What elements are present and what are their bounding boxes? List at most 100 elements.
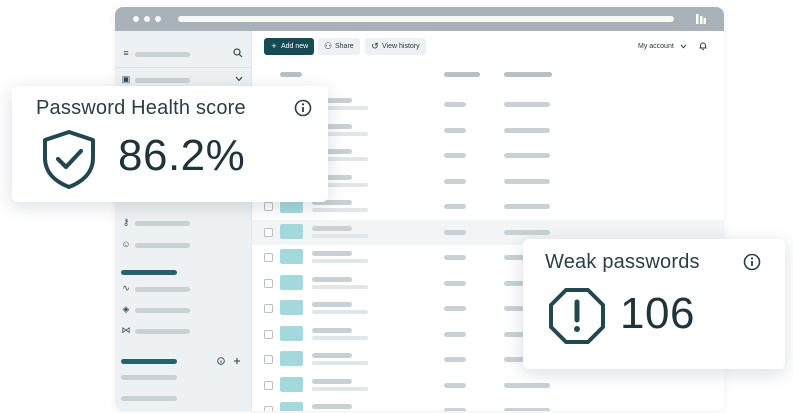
sidebar-item-sharing[interactable]: ⋈: [115, 319, 252, 343]
info-icon[interactable]: [294, 99, 312, 117]
info-icon[interactable]: [217, 357, 225, 365]
sidebar-item-contacts[interactable]: ☺: [115, 233, 252, 257]
item-column-value: [444, 408, 466, 411]
item-subtitle: [312, 310, 368, 314]
sidebar-item-label[interactable]: [121, 375, 177, 380]
window-dot[interactable]: [155, 16, 161, 22]
share-button[interactable]: ⚇ Share: [318, 38, 360, 55]
sidebar-section-header: [121, 270, 177, 275]
window-dot[interactable]: [133, 16, 139, 22]
row-checkbox[interactable]: [264, 380, 273, 390]
box-icon: ◈: [122, 304, 130, 314]
item-column-value: [504, 127, 550, 133]
item-title: [312, 251, 352, 256]
contacts-icon: ☺: [121, 239, 131, 249]
password-health-score: 86.2%: [118, 131, 246, 180]
item-column-value: [504, 102, 550, 107]
item-subtitle: [312, 233, 368, 238]
item-title: [312, 302, 352, 307]
sidebar-item-label: [135, 287, 190, 292]
plus-icon: +: [271, 41, 277, 51]
account-label: My account: [638, 43, 674, 50]
info-icon[interactable]: [743, 253, 761, 271]
item-column-value: [444, 280, 466, 286]
sidebar-item-passwords[interactable]: ⚷: [115, 211, 252, 235]
item-title: [312, 225, 352, 231]
row-checkbox[interactable]: [264, 304, 273, 313]
shield-check-icon: [43, 130, 95, 189]
item-thumbnail: [280, 351, 303, 366]
item-subtitle: [312, 208, 368, 212]
history-icon: ↺: [371, 41, 379, 51]
add-new-label: Add new: [281, 43, 309, 50]
sidebar-item-label: [135, 221, 190, 226]
item-subtitle: [312, 284, 368, 289]
item-column-value: [444, 306, 466, 311]
menu-icon[interactable]: ≡: [121, 48, 131, 58]
vault-name: [135, 78, 190, 83]
item-title: [312, 276, 352, 282]
item-column-value: [444, 102, 466, 107]
sidebar-item-label: [135, 329, 190, 334]
list-item[interactable]: [252, 398, 724, 411]
sidebar-item-label: [135, 243, 190, 248]
address-bar[interactable]: [178, 16, 674, 22]
item-subtitle: [312, 386, 368, 391]
item-column-value: [504, 153, 550, 158]
item-title: [312, 327, 352, 333]
row-checkbox[interactable]: [264, 278, 273, 288]
item-column-value: [504, 178, 550, 184]
brand-logo-icon: [696, 14, 706, 24]
weak-passwords-card[interactable]: Weak passwords 106: [523, 239, 785, 369]
share-icon: ⚇: [323, 41, 333, 51]
vault-icon: ▣: [121, 74, 131, 84]
activity-icon: ∿: [122, 283, 130, 293]
window-dot[interactable]: [144, 16, 150, 22]
sidebar-item-label[interactable]: [121, 396, 177, 401]
column-header[interactable]: [280, 72, 302, 77]
bell-icon[interactable]: [698, 41, 708, 51]
item-column-value: [504, 408, 550, 411]
add-new-button[interactable]: + Add new: [264, 38, 315, 55]
item-thumbnail: [280, 300, 303, 315]
item-title: [312, 404, 352, 409]
item-thumbnail: [280, 274, 303, 290]
plus-icon[interactable]: [233, 357, 241, 365]
item-subtitle: [312, 361, 368, 365]
item-subtitle: [312, 335, 368, 340]
column-header[interactable]: [444, 72, 480, 77]
item-thumbnail: [280, 325, 303, 341]
view-history-label: View history: [382, 43, 420, 50]
account-menu[interactable]: My account: [638, 38, 687, 55]
sidebar-item-label: [135, 308, 190, 313]
row-checkbox[interactable]: [264, 202, 273, 211]
search-icon[interactable]: [233, 48, 243, 58]
view-history-button[interactable]: ↺ View history: [365, 38, 426, 55]
row-checkbox[interactable]: [264, 406, 273, 411]
item-column-value: [444, 153, 466, 158]
item-column-value: [444, 127, 466, 133]
row-checkbox[interactable]: [264, 253, 273, 262]
column-header[interactable]: [504, 72, 552, 77]
chevron-down-icon[interactable]: [235, 76, 243, 82]
list-item[interactable]: [252, 373, 724, 398]
password-health-card[interactable]: Password Health score 86.2%: [12, 86, 328, 202]
item-column-value: [504, 382, 550, 388]
item-column-value: [444, 382, 466, 388]
item-column-value: [504, 204, 550, 209]
item-column-value: [504, 229, 550, 235]
stage: ≡ ▣ ⚷ ☺ ∿ ◈ ⋈ + Add new ⚇ Share ↺ View h…: [0, 0, 793, 413]
row-checkbox[interactable]: [264, 355, 273, 364]
row-checkbox[interactable]: [264, 329, 273, 339]
item-title: [312, 353, 352, 358]
item-column-value: [444, 229, 466, 235]
item-thumbnail: [280, 223, 303, 239]
share-label: Share: [335, 43, 354, 50]
key-icon: ⚷: [122, 217, 130, 227]
item-column-value: [444, 331, 466, 337]
row-checkbox[interactable]: [264, 227, 273, 237]
item-column-value: [444, 204, 466, 209]
sidebar-item-label: [135, 52, 190, 57]
sidebar-menu-row[interactable]: ≡: [115, 42, 252, 66]
password-health-title: Password Health score: [36, 97, 246, 119]
